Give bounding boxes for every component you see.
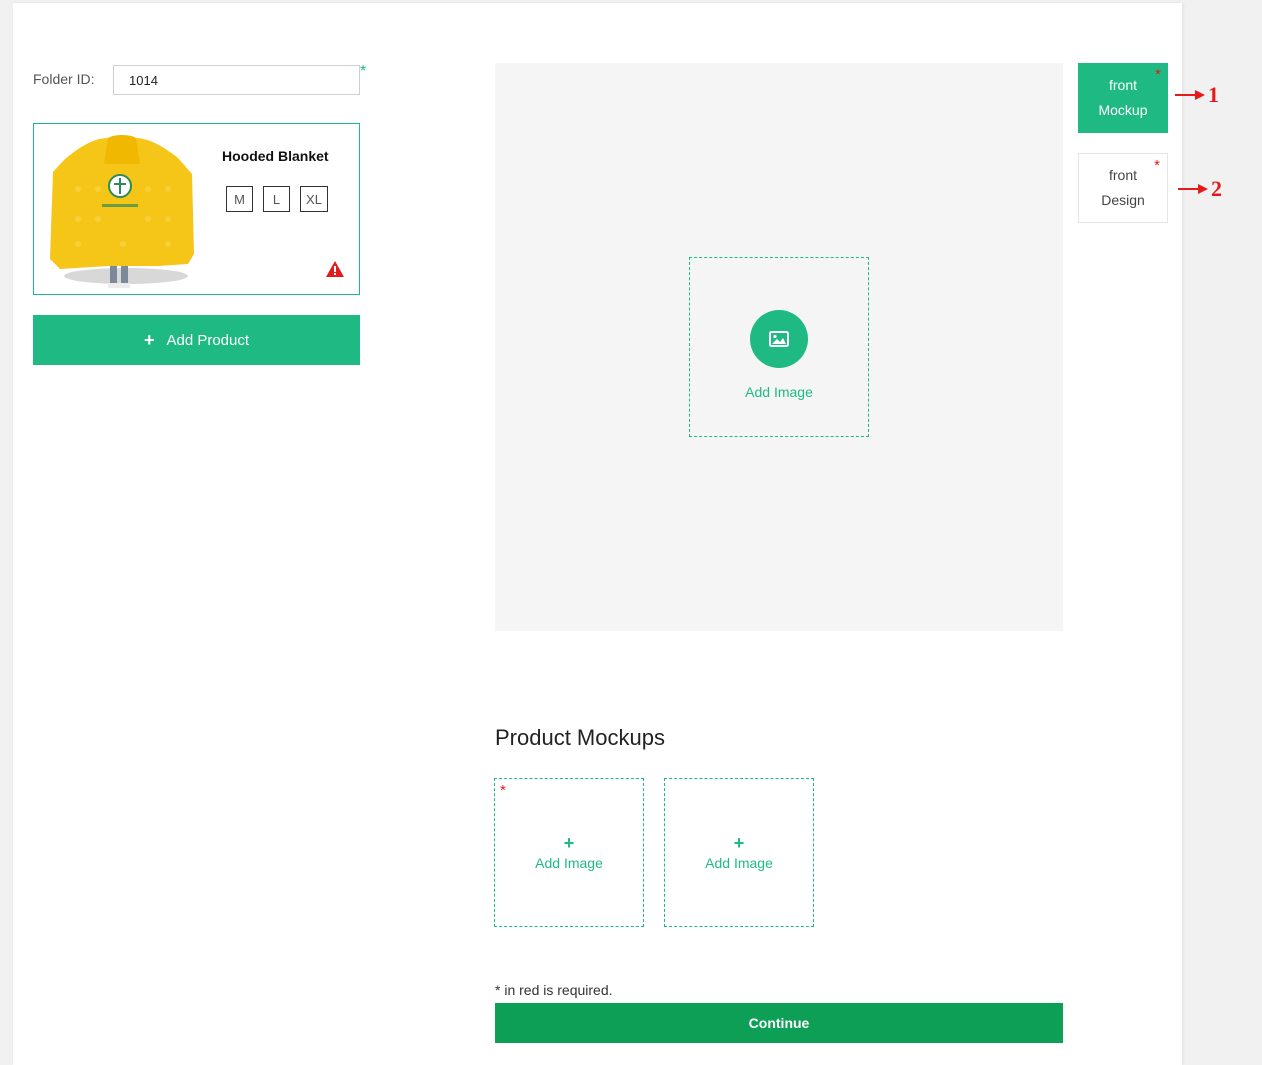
design-preview-area: Add Image (495, 63, 1063, 631)
tab-required-mark: * (1154, 157, 1160, 174)
arrow-right-icon (1175, 90, 1205, 100)
warning-triangle-icon (326, 261, 344, 277)
tab-front-mockup[interactable]: front Mockup * (1078, 63, 1168, 133)
required-note: * in red is required. (495, 982, 613, 998)
add-image-label: Add Image (745, 384, 813, 400)
slot-required-mark: * (500, 782, 506, 799)
callout-number: 2 (1211, 176, 1222, 201)
product-title: Hooded Blanket (222, 148, 329, 164)
folder-id-label: Folder ID: (33, 71, 95, 87)
callout-2: 2 (1178, 176, 1222, 202)
mockup-slot-1[interactable]: * + Add Image (494, 778, 644, 927)
size-chip-xl[interactable]: XL (300, 186, 328, 212)
plus-icon: + (143, 330, 155, 350)
plus-icon: + (563, 832, 575, 853)
product-mockups-title: Product Mockups (495, 725, 665, 750)
tab-front-design-line2: Design (1101, 192, 1145, 208)
size-chip-l[interactable]: L (263, 186, 290, 212)
add-image-dropzone[interactable]: Add Image (689, 257, 869, 437)
folder-required-mark: * (360, 63, 367, 80)
mockup-slot-2[interactable]: + Add Image (664, 778, 814, 927)
add-product-label: Add Product (166, 331, 250, 349)
arrow-right-icon (1178, 184, 1208, 194)
folder-id-input[interactable] (113, 65, 360, 95)
callout-number: 1 (1208, 82, 1219, 107)
hooded-blanket-image (50, 135, 194, 288)
tab-front-mockup-line2: Mockup (1098, 102, 1148, 118)
add-product-button[interactable]: + Add Product (33, 315, 360, 365)
tab-front-design[interactable]: front Design * (1078, 153, 1168, 223)
image-icon (750, 310, 808, 368)
continue-button[interactable]: Continue (495, 1003, 1063, 1043)
size-chip-m[interactable]: M (226, 186, 253, 212)
product-card[interactable]: Hooded Blanket M L XL (33, 123, 360, 295)
tab-required-mark: * (1155, 66, 1161, 83)
mockup-add-image-label: Add Image (535, 854, 603, 871)
mockup-add-image-label: Add Image (705, 854, 773, 871)
plus-icon: + (733, 832, 745, 853)
callout-1: 1 (1175, 82, 1219, 108)
